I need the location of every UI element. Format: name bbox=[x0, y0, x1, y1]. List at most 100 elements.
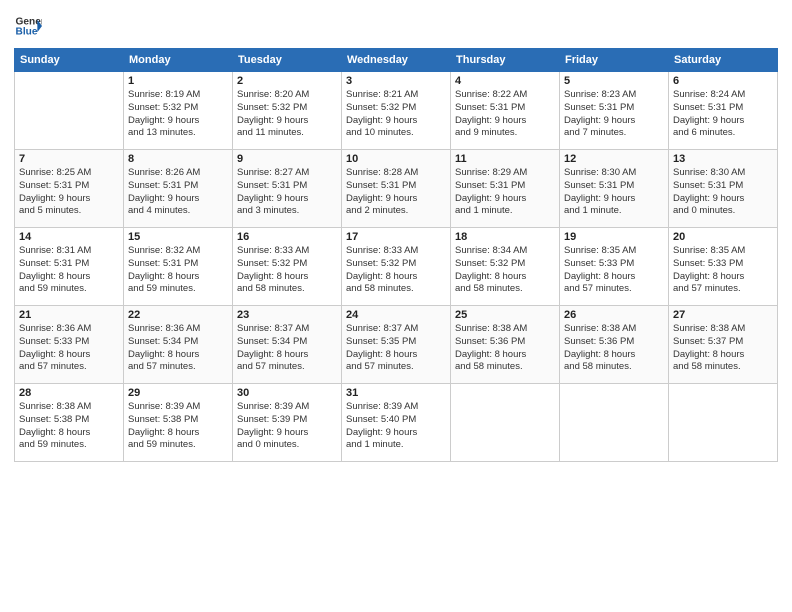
weekday-header-row: SundayMondayTuesdayWednesdayThursdayFrid… bbox=[15, 49, 778, 72]
day-number: 14 bbox=[19, 231, 119, 243]
day-info: Sunrise: 8:25 AM Sunset: 5:31 PM Dayligh… bbox=[19, 167, 119, 218]
day-number: 5 bbox=[564, 75, 664, 87]
day-info: Sunrise: 8:33 AM Sunset: 5:32 PM Dayligh… bbox=[346, 245, 446, 296]
day-info: Sunrise: 8:36 AM Sunset: 5:33 PM Dayligh… bbox=[19, 323, 119, 374]
week-row-3: 14 Sunrise: 8:31 AM Sunset: 5:31 PM Dayli… bbox=[15, 228, 778, 306]
day-number: 10 bbox=[346, 153, 446, 165]
day-number: 16 bbox=[237, 231, 337, 243]
day-number: 19 bbox=[564, 231, 664, 243]
calendar-cell: 3 Sunrise: 8:21 AM Sunset: 5:32 PM Daylig… bbox=[342, 72, 451, 150]
day-info: Sunrise: 8:27 AM Sunset: 5:31 PM Dayligh… bbox=[237, 167, 337, 218]
calendar-cell: 15Sunrise: 8:32 AM Sunset: 5:31 PM Dayli… bbox=[124, 228, 233, 306]
header: General Blue bbox=[14, 12, 778, 40]
calendar-cell: 16 Sunrise: 8:33 AM Sunset: 5:32 PM Dayli… bbox=[233, 228, 342, 306]
calendar-cell bbox=[669, 384, 778, 462]
day-number: 20 bbox=[673, 231, 773, 243]
day-number: 22 bbox=[128, 309, 228, 321]
day-number: 26 bbox=[564, 309, 664, 321]
day-number: 12 bbox=[564, 153, 664, 165]
day-info: Sunrise: 8:37 AM Sunset: 5:35 PM Dayligh… bbox=[346, 323, 446, 374]
week-row-1: 1 Sunrise: 8:19 AM Sunset: 5:32 PM Daylig… bbox=[15, 72, 778, 150]
day-number: 17 bbox=[346, 231, 446, 243]
day-info: Sunrise: 8:21 AM Sunset: 5:32 PM Dayligh… bbox=[346, 89, 446, 140]
day-number: 1 bbox=[128, 75, 228, 87]
day-info: Sunrise: 8:38 AM Sunset: 5:36 PM Dayligh… bbox=[455, 323, 555, 374]
week-row-2: 7 Sunrise: 8:25 AM Sunset: 5:31 PM Daylig… bbox=[15, 150, 778, 228]
weekday-header-monday: Monday bbox=[124, 49, 233, 72]
day-info: Sunrise: 8:39 AM Sunset: 5:40 PM Dayligh… bbox=[346, 401, 446, 452]
weekday-header-friday: Friday bbox=[560, 49, 669, 72]
calendar-cell: 30 Sunrise: 8:39 AM Sunset: 5:39 PM Dayli… bbox=[233, 384, 342, 462]
day-info: Sunrise: 8:38 AM Sunset: 5:36 PM Dayligh… bbox=[564, 323, 664, 374]
day-number: 6 bbox=[673, 75, 773, 87]
day-info: Sunrise: 8:28 AM Sunset: 5:31 PM Dayligh… bbox=[346, 167, 446, 218]
day-info: Sunrise: 8:32 AM Sunset: 5:31 PM Dayligh… bbox=[128, 245, 228, 296]
day-number: 29 bbox=[128, 387, 228, 399]
calendar-cell: 9 Sunrise: 8:27 AM Sunset: 5:31 PM Daylig… bbox=[233, 150, 342, 228]
day-info: Sunrise: 8:33 AM Sunset: 5:32 PM Dayligh… bbox=[237, 245, 337, 296]
day-number: 8 bbox=[128, 153, 228, 165]
day-info: Sunrise: 8:39 AM Sunset: 5:39 PM Dayligh… bbox=[237, 401, 337, 452]
day-number: 9 bbox=[237, 153, 337, 165]
calendar-cell: 17 Sunrise: 8:33 AM Sunset: 5:32 PM Dayli… bbox=[342, 228, 451, 306]
day-info: Sunrise: 8:35 AM Sunset: 5:33 PM Dayligh… bbox=[564, 245, 664, 296]
calendar-cell: 4 Sunrise: 8:22 AM Sunset: 5:31 PM Daylig… bbox=[451, 72, 560, 150]
weekday-header-tuesday: Tuesday bbox=[233, 49, 342, 72]
day-number: 23 bbox=[237, 309, 337, 321]
calendar-cell: 12Sunrise: 8:30 AM Sunset: 5:31 PM Dayli… bbox=[560, 150, 669, 228]
calendar-cell: 25 Sunrise: 8:38 AM Sunset: 5:36 PM Dayli… bbox=[451, 306, 560, 384]
day-info: Sunrise: 8:19 AM Sunset: 5:32 PM Dayligh… bbox=[128, 89, 228, 140]
day-number: 28 bbox=[19, 387, 119, 399]
day-info: Sunrise: 8:20 AM Sunset: 5:32 PM Dayligh… bbox=[237, 89, 337, 140]
day-number: 4 bbox=[455, 75, 555, 87]
day-info: Sunrise: 8:26 AM Sunset: 5:31 PM Dayligh… bbox=[128, 167, 228, 218]
day-number: 7 bbox=[19, 153, 119, 165]
calendar-cell: 5Sunrise: 8:23 AM Sunset: 5:31 PM Daylig… bbox=[560, 72, 669, 150]
calendar-cell: 26 Sunrise: 8:38 AM Sunset: 5:36 PM Dayli… bbox=[560, 306, 669, 384]
calendar-cell: 20 Sunrise: 8:35 AM Sunset: 5:33 PM Dayli… bbox=[669, 228, 778, 306]
calendar-cell: 21 Sunrise: 8:36 AM Sunset: 5:33 PM Dayli… bbox=[15, 306, 124, 384]
day-info: Sunrise: 8:39 AM Sunset: 5:38 PM Dayligh… bbox=[128, 401, 228, 452]
day-number: 30 bbox=[237, 387, 337, 399]
calendar-cell: 29 Sunrise: 8:39 AM Sunset: 5:38 PM Dayli… bbox=[124, 384, 233, 462]
day-info: Sunrise: 8:22 AM Sunset: 5:31 PM Dayligh… bbox=[455, 89, 555, 140]
day-number: 13 bbox=[673, 153, 773, 165]
day-info: Sunrise: 8:34 AM Sunset: 5:32 PM Dayligh… bbox=[455, 245, 555, 296]
day-info: Sunrise: 8:38 AM Sunset: 5:37 PM Dayligh… bbox=[673, 323, 773, 374]
calendar-cell: 14 Sunrise: 8:31 AM Sunset: 5:31 PM Dayli… bbox=[15, 228, 124, 306]
calendar-cell: 18 Sunrise: 8:34 AM Sunset: 5:32 PM Dayli… bbox=[451, 228, 560, 306]
calendar-cell: 1 Sunrise: 8:19 AM Sunset: 5:32 PM Daylig… bbox=[124, 72, 233, 150]
logo-icon: General Blue bbox=[14, 12, 42, 40]
day-number: 2 bbox=[237, 75, 337, 87]
calendar-cell: 10 Sunrise: 8:28 AM Sunset: 5:31 PM Dayli… bbox=[342, 150, 451, 228]
weekday-header-saturday: Saturday bbox=[669, 49, 778, 72]
calendar-cell: 23Sunrise: 8:37 AM Sunset: 5:34 PM Dayli… bbox=[233, 306, 342, 384]
page: General Blue SundayMondayTuesdayWednesda… bbox=[0, 0, 792, 612]
day-info: Sunrise: 8:35 AM Sunset: 5:33 PM Dayligh… bbox=[673, 245, 773, 296]
day-number: 18 bbox=[455, 231, 555, 243]
day-number: 21 bbox=[19, 309, 119, 321]
logo: General Blue bbox=[14, 12, 42, 40]
day-number: 3 bbox=[346, 75, 446, 87]
svg-text:Blue: Blue bbox=[16, 27, 38, 38]
day-info: Sunrise: 8:31 AM Sunset: 5:31 PM Dayligh… bbox=[19, 245, 119, 296]
day-info: Sunrise: 8:24 AM Sunset: 5:31 PM Dayligh… bbox=[673, 89, 773, 140]
calendar-cell: 19 Sunrise: 8:35 AM Sunset: 5:33 PM Dayli… bbox=[560, 228, 669, 306]
calendar-cell: 8 Sunrise: 8:26 AM Sunset: 5:31 PM Daylig… bbox=[124, 150, 233, 228]
day-number: 25 bbox=[455, 309, 555, 321]
weekday-header-thursday: Thursday bbox=[451, 49, 560, 72]
day-info: Sunrise: 8:29 AM Sunset: 5:31 PM Dayligh… bbox=[455, 167, 555, 218]
day-number: 31 bbox=[346, 387, 446, 399]
calendar-cell: 7 Sunrise: 8:25 AM Sunset: 5:31 PM Daylig… bbox=[15, 150, 124, 228]
calendar-cell: 6 Sunrise: 8:24 AM Sunset: 5:31 PM Daylig… bbox=[669, 72, 778, 150]
day-number: 24 bbox=[346, 309, 446, 321]
calendar-cell bbox=[15, 72, 124, 150]
weekday-header-wednesday: Wednesday bbox=[342, 49, 451, 72]
week-row-4: 21 Sunrise: 8:36 AM Sunset: 5:33 PM Dayli… bbox=[15, 306, 778, 384]
week-row-5: 28Sunrise: 8:38 AM Sunset: 5:38 PM Dayli… bbox=[15, 384, 778, 462]
calendar-cell: 13Sunrise: 8:30 AM Sunset: 5:31 PM Dayli… bbox=[669, 150, 778, 228]
calendar-cell: 22Sunrise: 8:36 AM Sunset: 5:34 PM Dayli… bbox=[124, 306, 233, 384]
calendar-cell bbox=[451, 384, 560, 462]
calendar-cell: 11Sunrise: 8:29 AM Sunset: 5:31 PM Dayli… bbox=[451, 150, 560, 228]
weekday-header-sunday: Sunday bbox=[15, 49, 124, 72]
